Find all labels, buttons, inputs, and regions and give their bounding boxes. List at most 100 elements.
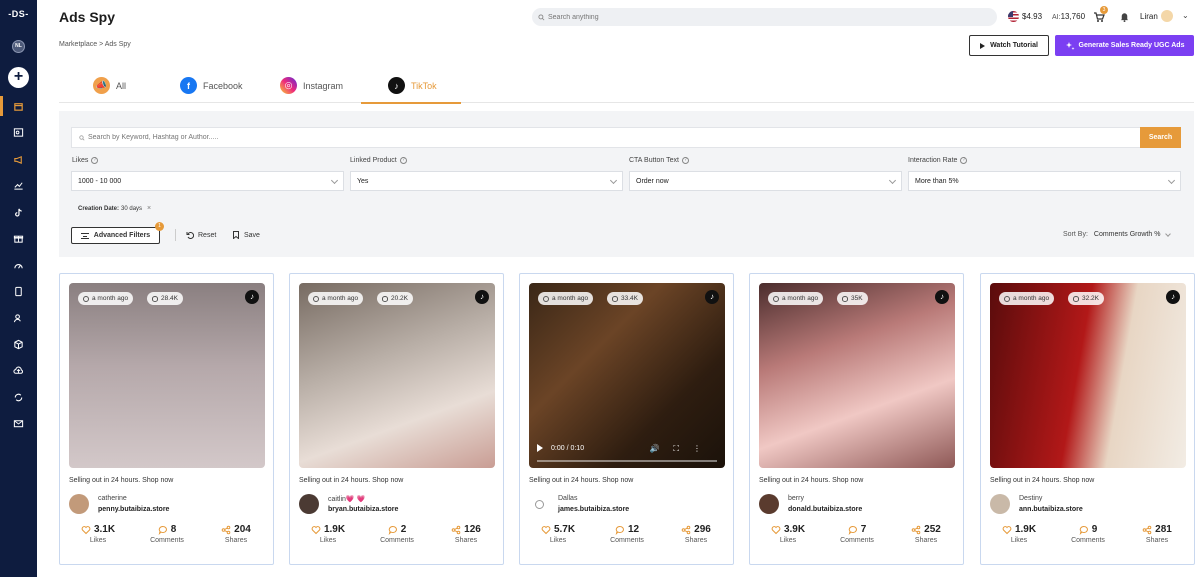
ad-thumbnail[interactable]: a month ago 20.2K ♪ (299, 283, 495, 468)
eye-icon (1073, 295, 1079, 302)
linked-product-select[interactable]: Yes (350, 171, 623, 191)
ad-card[interactable]: a month ago 20.2K ♪ Selling out in 24 ho… (289, 273, 504, 565)
ad-thumbnail[interactable]: a month ago 32.2K ♪ (990, 283, 1186, 468)
us-flag-icon (1008, 11, 1019, 22)
ad-thumbnail[interactable]: a month ago 35K ♪ (759, 283, 955, 468)
linked-product-select-value: Yes (357, 177, 369, 185)
cloud-upload-icon (13, 366, 23, 374)
posted-time-badge: a month ago (78, 292, 134, 305)
ad-caption: Selling out in 24 hours. Shop now (69, 477, 174, 484)
video-control-icons[interactable]: 🔊⛶⋮ (649, 444, 715, 454)
sidebar-item-influencers[interactable] (0, 308, 37, 328)
wallet-balance[interactable]: $4.93 (1008, 11, 1042, 22)
ad-card[interactable]: a month ago 32.2K ♪ Selling out in 24 ho… (980, 273, 1195, 565)
author-avatar[interactable] (990, 494, 1010, 514)
help-icon[interactable]: ? (91, 157, 99, 164)
tab-all-label: All (116, 81, 127, 91)
bell-icon[interactable] (1119, 11, 1130, 22)
sidebar-item-sync[interactable] (0, 387, 37, 407)
help-icon[interactable]: ? (960, 157, 968, 164)
sidebar-item-gifts[interactable] (0, 228, 37, 248)
sidebar-item-ads-spy[interactable] (0, 149, 37, 169)
shares-count: 296 (694, 524, 711, 535)
user-name[interactable]: Liran (1140, 12, 1158, 21)
close-icon[interactable]: × (147, 205, 151, 212)
ai-credits-value: 13,760 (1060, 12, 1086, 21)
cta-button-text-select[interactable]: Order now (629, 171, 902, 191)
workspace-avatar[interactable]: NL (12, 40, 25, 53)
ad-card[interactable]: a month ago 35K ♪ Selling out in 24 hour… (749, 273, 964, 565)
save-button[interactable]: Save (232, 231, 260, 239)
views-badge: 32.2K (1068, 292, 1104, 305)
global-search-input[interactable] (548, 13, 968, 21)
platform-tabs: 📣 All f Facebook ◎ Instagram ♪ TikTok (59, 72, 1194, 104)
search-button[interactable]: Search (1140, 127, 1181, 148)
sidebar-item-messages[interactable] (0, 413, 37, 433)
tab-all[interactable]: 📣 All (93, 72, 126, 103)
author-avatar[interactable] (69, 494, 89, 514)
user-avatar[interactable] (1161, 10, 1173, 22)
global-search[interactable] (532, 8, 997, 26)
sidebar-item-analytics[interactable] (0, 175, 37, 195)
sort-by[interactable]: Sort By: Comments Growth % (1063, 230, 1172, 238)
reset-button[interactable]: Reset (186, 231, 216, 239)
sidebar-item-speed[interactable] (0, 255, 37, 275)
keyword-search-input[interactable] (88, 134, 688, 141)
author-avatar[interactable] (529, 494, 549, 514)
chevron-down-icon[interactable]: ⌄ (1182, 11, 1189, 20)
advanced-filters-button[interactable]: Advanced Filters (71, 227, 160, 244)
tab-instagram[interactable]: ◎ Instagram (280, 72, 343, 103)
tiktok-icon: ♪ (705, 290, 719, 304)
create-new-button[interactable]: + (8, 67, 29, 88)
box-icon (14, 339, 23, 349)
author-name: Dallas (558, 495, 578, 502)
tab-tiktok[interactable]: ♪ TikTok (361, 72, 461, 104)
generate-ugc-ads-button[interactable]: Generate Sales Ready UGC Ads (1055, 35, 1194, 56)
ad-card[interactable]: a month ago 28.4K ♪ Selling out in 24 ho… (59, 273, 274, 565)
likes-stat: 3.1K Likes (63, 524, 133, 544)
comments-label: Comments (1071, 537, 1105, 544)
interaction-rate-select[interactable]: More than 5% (908, 171, 1181, 191)
tiktok-icon: ♪ (475, 290, 489, 304)
sidebar-item-upload[interactable] (0, 360, 37, 380)
video-progress-bar[interactable] (537, 460, 717, 462)
comments-count: 12 (627, 524, 640, 535)
keyword-search[interactable] (71, 127, 1140, 148)
ad-card[interactable]: a month ago 33.4K ♪ 0:00 / 0:10 🔊⛶⋮ Sell… (519, 273, 734, 565)
ad-thumbnail[interactable]: a month ago 33.4K ♪ 0:00 / 0:10 🔊⛶⋮ (529, 283, 725, 468)
author-store-link[interactable]: james.butaibiza.store (558, 506, 629, 513)
tab-facebook[interactable]: f Facebook (180, 72, 243, 103)
sidebar-item-tiktok[interactable] (0, 202, 37, 222)
chip-value: 30 days (121, 205, 143, 212)
breadcrumb[interactable]: Marketplace > Ads Spy (59, 41, 131, 48)
help-icon[interactable]: ? (399, 157, 407, 164)
author-store-link[interactable]: penny.butaibiza.store (98, 506, 169, 513)
author-store-link[interactable]: bryan.butaibiza.store (328, 506, 398, 513)
divider (175, 229, 176, 241)
likes-stat: 1.9K Likes (293, 524, 363, 544)
posted-time: a month ago (322, 295, 359, 302)
comment-icon (848, 525, 857, 535)
author-store-link[interactable]: donald.butaibiza.store (788, 506, 862, 513)
video-controls[interactable]: 0:00 / 0:10 🔊⛶⋮ (529, 436, 725, 468)
watch-tutorial-button[interactable]: Watch Tutorial (969, 35, 1049, 56)
document-icon (15, 286, 22, 296)
author-store-link[interactable]: ann.butaibiza.store (1019, 506, 1083, 513)
likes-count: 5.7K (553, 524, 576, 535)
sidebar-item-store[interactable] (0, 96, 37, 116)
ad-caption: Selling out in 24 hours. Shop now (299, 477, 404, 484)
sidebar-item-products[interactable] (0, 122, 37, 142)
author-avatar[interactable] (759, 494, 779, 514)
play-icon[interactable] (537, 444, 543, 452)
ai-credits[interactable]: AI:13,760 (1052, 12, 1085, 21)
sidebar-item-documents[interactable] (0, 281, 37, 301)
sidebar-item-packages[interactable] (0, 334, 37, 354)
app-logo[interactable]: -DS- (0, 9, 37, 19)
comments-count: 9 (1091, 524, 1098, 535)
author-avatar[interactable] (299, 494, 319, 514)
help-icon[interactable]: ? (681, 157, 689, 164)
clock-icon (83, 295, 89, 302)
ad-thumbnail[interactable]: a month ago 28.4K ♪ (69, 283, 265, 468)
views-count: 33.4K (621, 295, 638, 302)
likes-select[interactable]: 1000 - 10 000 (71, 171, 344, 191)
